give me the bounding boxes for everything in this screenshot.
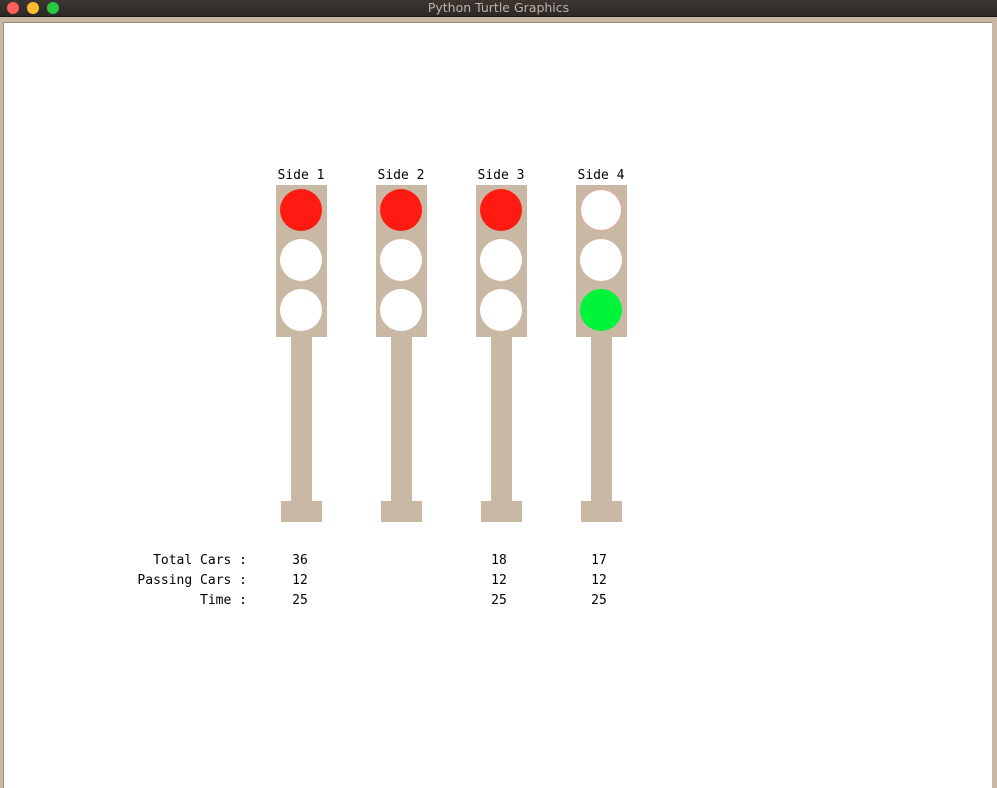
light-pole [291, 337, 312, 502]
window-title: Python Turtle Graphics [427, 0, 570, 15]
lamp-bottom [380, 289, 422, 331]
lamp-top [380, 189, 422, 231]
light-pole [391, 337, 412, 502]
passing-cars-side-1: 12 [292, 573, 308, 588]
total-cars-side-3: 18 [491, 553, 507, 568]
lamp-top [480, 189, 522, 231]
lamp-top [280, 189, 322, 231]
lamp-middle [480, 239, 522, 281]
lamp-middle [580, 239, 622, 281]
total-cars-side-1: 36 [292, 553, 308, 568]
title-bar: Python Turtle Graphics [0, 0, 997, 17]
lamp-middle [380, 239, 422, 281]
lamp-bottom [580, 289, 622, 331]
passing-cars-side-3: 12 [491, 573, 507, 588]
light-pole [591, 337, 612, 502]
lamp-bottom [280, 289, 322, 331]
total-cars-label: Total Cars : [153, 553, 247, 568]
time-side-4: 25 [591, 593, 607, 608]
time-label: Time : [200, 593, 247, 608]
lamp-middle [280, 239, 322, 281]
light-housing [376, 185, 427, 337]
light-label: Side 1 [277, 168, 325, 183]
passing-cars-side-4: 12 [591, 573, 607, 588]
light-base [381, 501, 422, 522]
light-base [581, 501, 622, 522]
time-side-3: 25 [491, 593, 507, 608]
lamp-top [580, 189, 622, 231]
light-housing [476, 185, 527, 337]
light-label: Side 2 [377, 168, 425, 183]
passing-cars-label: Passing Cars : [137, 573, 247, 588]
light-housing [276, 185, 327, 337]
lamp-bottom [480, 289, 522, 331]
light-label: Side 4 [577, 168, 625, 183]
light-base [281, 501, 322, 522]
light-housing [576, 185, 627, 337]
turtle-canvas: Side 1 Side 2 Side 3 Side 4 Total Cars:… [3, 22, 992, 788]
light-pole [491, 337, 512, 502]
light-base [481, 501, 522, 522]
light-label: Side 3 [477, 168, 525, 183]
total-cars-side-4: 17 [591, 553, 607, 568]
time-side-1: 25 [292, 593, 308, 608]
